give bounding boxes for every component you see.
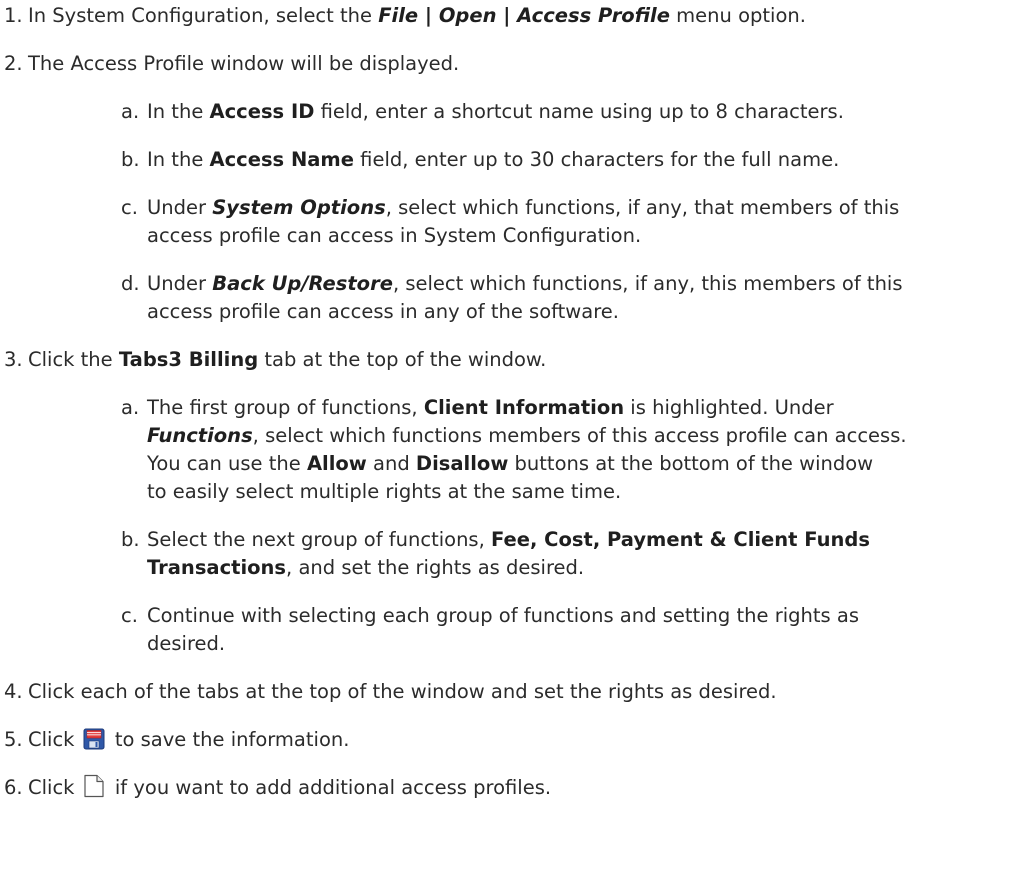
text-run: Click — [28, 776, 81, 799]
text-run: Continue with selecting each group of fu… — [147, 604, 859, 627]
substep-text: In the Access Name field, enter up to 30… — [147, 146, 1008, 174]
text-run: In System Configuration, select the — [28, 4, 379, 27]
text-run: field, enter a shortcut name using up to… — [314, 100, 844, 123]
substep-letter: a. — [121, 396, 140, 419]
text-run: Under — [147, 196, 213, 219]
text-run: to easily select multiple rights at the … — [147, 480, 622, 503]
text-run: , select which functions, if any, that m… — [385, 196, 900, 219]
text-run: , select which functions members of this… — [252, 424, 907, 447]
substep-letter: c. — [121, 604, 138, 627]
substep-text: Under System Options, select which funct… — [147, 194, 1008, 250]
text-run: , and set the rights as desired. — [286, 556, 585, 579]
section-name: Back Up/Restore — [212, 272, 393, 295]
text-run: access profile can access in System Conf… — [147, 224, 642, 247]
text-run: desired. — [147, 632, 226, 655]
button-name: Allow — [306, 452, 367, 475]
text-run: access profile can access in any of the … — [147, 300, 619, 323]
substep-text: The first group of functions, Client Inf… — [147, 394, 1008, 506]
text-run: You can use the — [147, 452, 307, 475]
step-text: In System Configuration, select the File… — [28, 2, 1008, 30]
text-run: and — [366, 452, 416, 475]
text-run: to save the information. — [108, 728, 350, 751]
step-number: 5. — [4, 728, 23, 751]
text-run: Click the — [28, 348, 119, 371]
field-name: Access Name — [209, 148, 354, 171]
substep-text: Under Back Up/Restore, select which func… — [147, 270, 1008, 326]
step-text: Click the Tabs3 Billing tab at the top o… — [28, 346, 1008, 374]
field-name: Access ID — [209, 100, 315, 123]
new-document-icon — [83, 774, 105, 806]
step-number: 4. — [4, 680, 23, 703]
step-number: 2. — [4, 52, 23, 75]
section-name: Functions — [147, 424, 253, 447]
section-name: System Options — [212, 196, 386, 219]
text-run: buttons at the bottom of the window — [508, 452, 874, 475]
substep-letter: a. — [121, 100, 140, 123]
substep-letter: c. — [121, 196, 138, 219]
substep-text: Continue with selecting each group of fu… — [147, 602, 1008, 658]
text-run: Select the next group of functions, — [147, 528, 491, 551]
substep-text: In the Access ID field, enter a shortcut… — [147, 98, 1008, 126]
instructions-document: 1. In System Configuration, select the F… — [0, 0, 1024, 881]
button-name: Disallow — [415, 452, 509, 475]
text-run: The first group of functions, — [147, 396, 424, 419]
group-name: Client Information — [423, 396, 625, 419]
step-text: The Access Profile window will be displa… — [28, 52, 460, 75]
substep-text: Select the next group of functions, Fee,… — [147, 526, 1008, 582]
text-run: is highlighted. Under — [624, 396, 834, 419]
tab-name: Tabs3 Billing — [118, 348, 259, 371]
group-name: Transactions — [147, 556, 287, 579]
text-run: In the — [147, 148, 210, 171]
group-name: Fee, Cost, Payment & Client Funds — [491, 528, 870, 551]
step-number: 6. — [4, 776, 23, 799]
text-run: menu option. — [669, 4, 806, 27]
substep-letter: b. — [121, 148, 140, 171]
text-run: if you want to add additional access pro… — [108, 776, 552, 799]
substep-letter: b. — [121, 528, 140, 551]
step-text: Click to save the information. — [28, 726, 1008, 758]
menu-path: File | Open | Access Profile — [378, 4, 670, 27]
step-text: Click each of the tabs at the top of the… — [28, 680, 777, 703]
text-run: Under — [147, 272, 213, 295]
substep-letter: d. — [121, 272, 140, 295]
text-run: tab at the top of the window. — [258, 348, 547, 371]
text-run: In the — [147, 100, 210, 123]
step-number: 1. — [4, 4, 23, 27]
text-run: field, enter up to 30 characters for the… — [353, 148, 840, 171]
step-text: Click if you want to add additional acce… — [28, 774, 1008, 806]
text-run: Click — [28, 728, 81, 751]
step-number: 3. — [4, 348, 23, 371]
save-floppy-icon — [83, 728, 105, 758]
text-run: , select which functions, if any, this m… — [392, 272, 903, 295]
